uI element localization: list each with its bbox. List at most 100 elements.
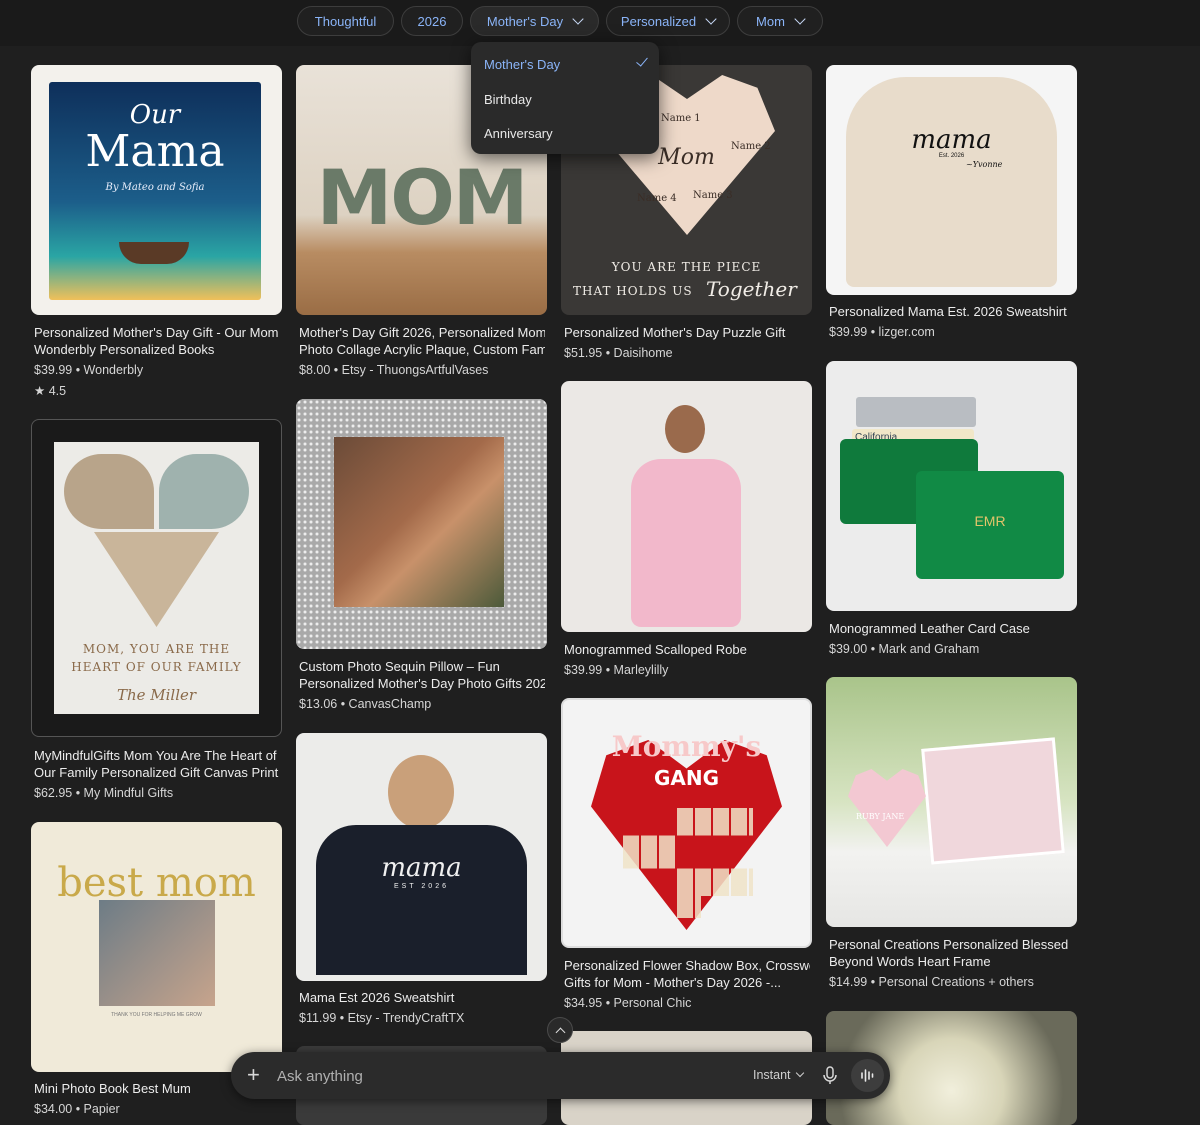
product-title[interactable]: Personal Creations Personalized Blessed: [829, 936, 1075, 953]
chevron-down-icon: [794, 13, 806, 25]
card-grey: [856, 397, 976, 427]
robe: [631, 459, 741, 627]
dropdown-option-mothers-day[interactable]: Mother's Day: [484, 57, 560, 72]
image-text: GANG: [653, 766, 720, 790]
card-case-front: EMR: [916, 471, 1064, 579]
image-text: mama: [911, 125, 992, 155]
chevron-up-icon: [555, 1027, 565, 1037]
product-title[interactable]: Mama Est 2026 Sweatshirt: [299, 989, 545, 1006]
product-price: $51.95 • Daisihome: [564, 346, 673, 360]
image-text: Est. 2026: [938, 153, 965, 159]
chevron-down-icon: [705, 13, 717, 25]
scroll-up-button[interactable]: [547, 1017, 573, 1043]
product-title[interactable]: Personalized Mother's Day Gift - Our Mom…: [34, 324, 280, 341]
product-title[interactable]: Photo Collage Acrylic Plaque, Custom Fam…: [299, 341, 545, 358]
chat-input-bar: + Instant: [231, 1052, 890, 1099]
heart-ornament: [848, 769, 926, 847]
image-text: By Mateo and Sofia: [105, 182, 205, 193]
product-title[interactable]: Personalized Mother's Day Puzzle Gift: [564, 324, 810, 341]
image-text: Mommy's: [611, 730, 762, 763]
product-title[interactable]: MyMindfulGifts Mom You Are The Heart of: [34, 747, 280, 764]
model-head: [665, 405, 705, 453]
product-image[interactable]: [561, 381, 812, 632]
product-title[interactable]: Personalized Mother's Day Photo Gifts 20…: [299, 675, 545, 692]
product-price: $11.99 • Etsy - TrendyCraftTX: [299, 1011, 465, 1025]
chip-label: Mother's Day: [486, 13, 564, 29]
product-image[interactable]: California EMR: [826, 361, 1077, 611]
model-head: [388, 755, 454, 829]
filter-chip-thoughtful[interactable]: Thoughtful: [297, 6, 394, 36]
product-image[interactable]: [296, 399, 547, 649]
dropdown-option-anniversary[interactable]: Anniversary: [484, 126, 553, 141]
filter-chip-mothers-day[interactable]: Mother's Day: [470, 6, 599, 36]
image-text: mama: [381, 853, 462, 883]
product-image[interactable]: Mommy's GANG: [561, 698, 812, 948]
voice-mode-button[interactable]: [851, 1059, 884, 1092]
product-image[interactable]: MOM, YOU ARE THE HEART OF OUR FAMILY The…: [31, 419, 282, 737]
occasion-dropdown-menu: Mother's Day Birthday Anniversary: [471, 42, 659, 154]
chip-label: Personalized: [620, 13, 697, 29]
image-text: THAT HOLDS US: [573, 284, 693, 298]
product-title[interactable]: Monogrammed Leather Card Case: [829, 620, 1075, 637]
product-title[interactable]: Custom Photo Sequin Pillow – Fun: [299, 658, 545, 675]
product-title[interactable]: Mother's Day Gift 2026, Personalized Mom: [299, 324, 545, 341]
product-image[interactable]: RUBY JANE: [826, 677, 1077, 927]
sweatshirt: [846, 77, 1057, 287]
product-price: $13.06 • CanvasChamp: [299, 697, 432, 711]
product-title[interactable]: Monogrammed Scalloped Robe: [564, 641, 810, 658]
image-text: THANK YOU FOR HELPING ME GROW: [111, 1012, 202, 1018]
image-text: Mama: [85, 126, 225, 177]
product-image[interactable]: Our Mama By Mateo and Sofia: [31, 65, 282, 315]
plus-icon[interactable]: +: [247, 1063, 260, 1087]
image-text: ~Yvonne: [966, 160, 1003, 169]
image-text: MOM: [316, 153, 529, 242]
rating-value: 4.5: [48, 384, 67, 398]
product-image[interactable]: mama EST 2026: [296, 733, 547, 981]
product-title[interactable]: Personalized Mama Est. 2026 Sweatshirt: [829, 303, 1075, 320]
filter-bar: [0, 0, 1200, 46]
dropdown-option-birthday[interactable]: Birthday: [484, 92, 532, 107]
product-title[interactable]: Wonderbly Personalized Books: [34, 341, 280, 358]
sweatshirt: [316, 825, 527, 975]
product-image[interactable]: best mom THANK YOU FOR HELPING ME GROW: [31, 822, 282, 1072]
image-text: Name 3: [693, 190, 733, 201]
photo-heart-bottom: [94, 532, 219, 627]
chevron-down-icon[interactable]: [795, 1068, 805, 1078]
baby-photo: [921, 737, 1065, 865]
book-photo: [99, 900, 215, 1006]
product-price: $34.95 • Personal Chic: [564, 996, 692, 1010]
photo-heart-right: [159, 454, 249, 529]
image-text: EMR: [974, 513, 1006, 529]
image-text: Name 2: [731, 141, 771, 152]
canvas-print: MOM, YOU ARE THE HEART OF OUR FAMILY The…: [54, 442, 259, 714]
product-title[interactable]: Our Family Personalized Gift Canvas Prin…: [34, 764, 280, 781]
product-price: $34.00 • Papier: [34, 1102, 120, 1116]
image-text: HEART OF OUR FAMILY: [71, 660, 242, 674]
product-price: $39.99 • Marleylilly: [564, 663, 669, 677]
mode-selector[interactable]: Instant: [753, 1068, 791, 1082]
photo-heart-left: [64, 454, 154, 529]
microphone-icon[interactable]: [822, 1066, 838, 1086]
chip-label: 2026: [417, 13, 447, 29]
image-text: Name 1: [661, 113, 701, 124]
check-icon: [636, 54, 648, 67]
waveform-icon: [861, 1069, 874, 1082]
rating: ★ 4.5: [34, 383, 66, 398]
chip-label: Mom: [756, 13, 785, 29]
filter-chip-personalized[interactable]: Personalized: [606, 6, 730, 36]
product-price: $39.99 • lizger.com: [829, 325, 935, 339]
filter-chip-2026[interactable]: 2026: [401, 6, 463, 36]
product-title[interactable]: Personalized Flower Shadow Box, Crosswor…: [564, 957, 810, 974]
product-title[interactable]: Gifts for Mom - Mother's Day 2026 -...: [564, 974, 810, 991]
product-price: $39.99 • Wonderbly: [34, 363, 144, 377]
image-text: EST 2026: [393, 883, 449, 890]
product-title[interactable]: Beyond Words Heart Frame: [829, 953, 1075, 970]
product-image[interactable]: mama Est. 2026 ~Yvonne: [826, 65, 1077, 295]
image-text: Together: [706, 277, 797, 301]
ask-input[interactable]: [275, 1064, 659, 1088]
filter-chip-mom[interactable]: Mom: [737, 6, 823, 36]
product-price: $62.95 • My Mindful Gifts: [34, 786, 174, 800]
image-text: Name 4: [637, 193, 677, 204]
product-price: $8.00 • Etsy - ThuongsArtfulVases: [299, 363, 489, 377]
chevron-down-icon: [572, 13, 584, 25]
